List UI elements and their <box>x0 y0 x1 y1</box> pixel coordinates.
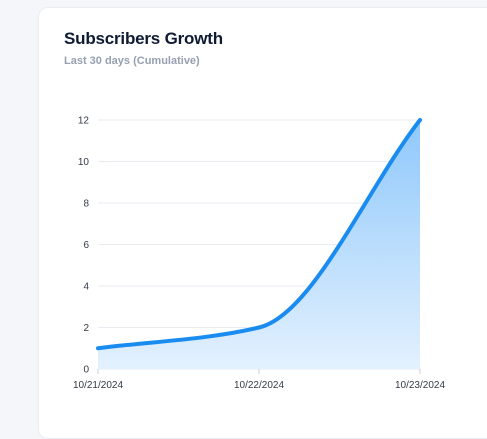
y-tick-label: 4 <box>83 282 89 293</box>
y-tick-label: 8 <box>83 199 89 210</box>
x-tick-label: 10/21/2024 <box>73 380 123 391</box>
y-tick-label: 12 <box>78 116 90 127</box>
x-tick-label: 10/22/2024 <box>234 380 284 391</box>
x-axis: 10/21/2024 10/22/2024 10/23/2024 <box>73 369 445 391</box>
y-tick-label: 6 <box>83 240 89 251</box>
y-axis: 0 2 4 6 8 10 12 <box>78 116 90 376</box>
x-tick-label: 10/23/2024 <box>395 380 445 391</box>
y-tick-label: 10 <box>78 157 90 168</box>
subscribers-growth-chart: 0 2 4 6 8 10 12 10/21/2024 10/22/2024 10/23/2024 <box>73 116 445 392</box>
y-tick-label: 2 <box>83 323 89 334</box>
y-tick-label: 0 <box>83 365 89 376</box>
